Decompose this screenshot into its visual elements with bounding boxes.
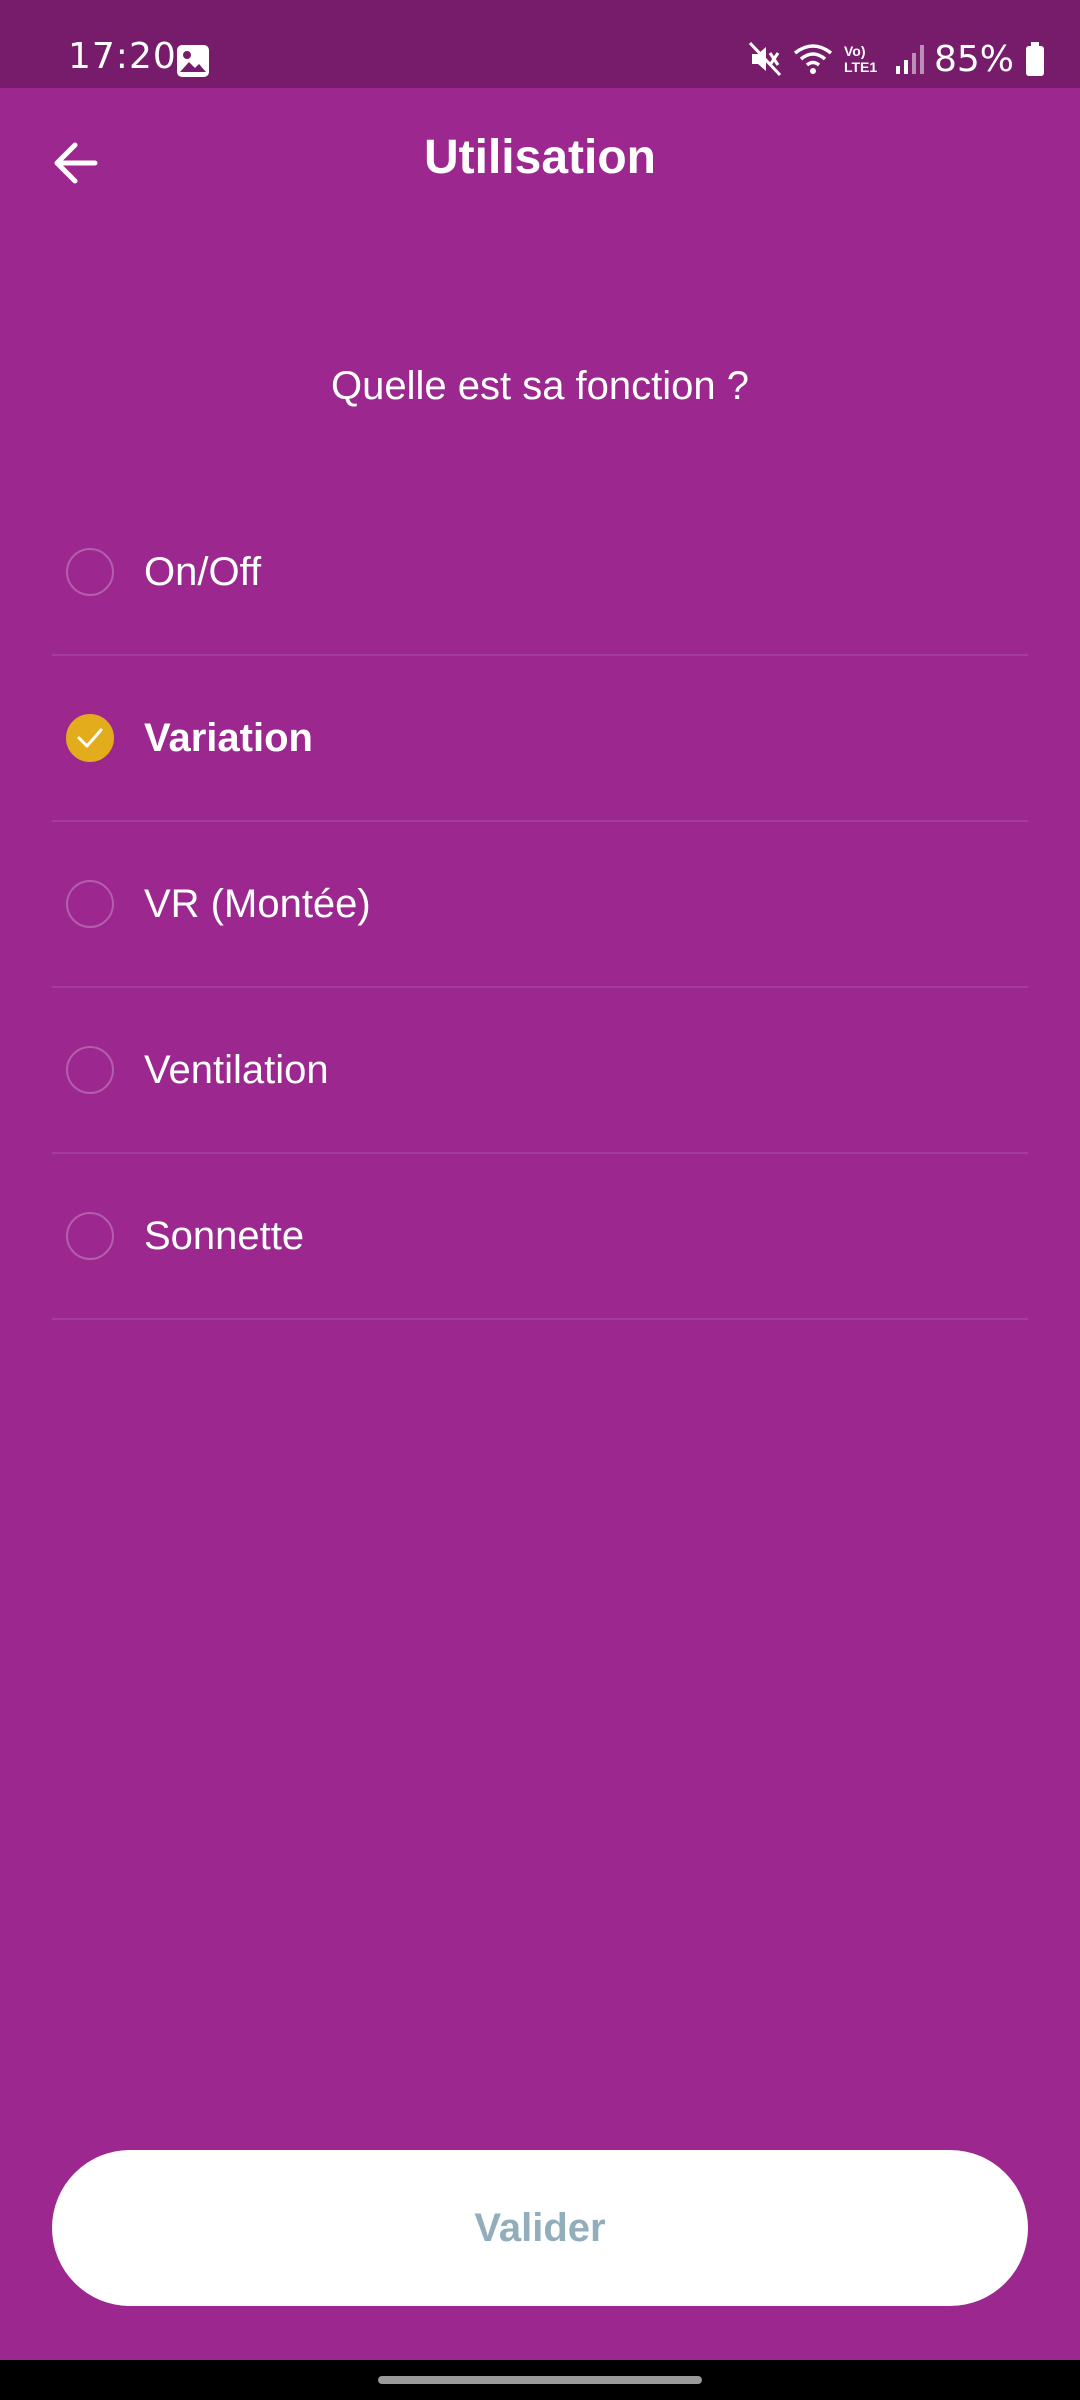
- option-ventilation[interactable]: Ventilation: [52, 988, 1028, 1154]
- mute-icon: [748, 41, 782, 77]
- option-label: Sonnette: [144, 1213, 305, 1258]
- page-title: Utilisation: [423, 131, 656, 184]
- radio-button[interactable]: [66, 1212, 114, 1260]
- option-vr-montee[interactable]: VR (Montée): [52, 822, 1028, 988]
- radio-button[interactable]: [66, 548, 114, 596]
- battery-percentage: 85%: [933, 38, 1014, 80]
- status-time: 17:20: [68, 36, 177, 77]
- check-icon: [77, 728, 103, 748]
- validate-button[interactable]: Valider: [52, 2150, 1028, 2306]
- option-label: Ventilation: [144, 1047, 329, 1092]
- option-variation[interactable]: Variation: [52, 656, 1028, 822]
- option-label: On/Off: [144, 549, 262, 594]
- option-label: VR (Montée): [144, 881, 371, 926]
- network-label: Vo) LTE1: [843, 43, 878, 75]
- option-label: Variation: [144, 715, 313, 760]
- radio-button[interactable]: [66, 880, 114, 928]
- radio-button[interactable]: [66, 1046, 114, 1094]
- option-on-off[interactable]: On/Off: [52, 490, 1028, 656]
- status-icons: Vo) LTE1 85%: [748, 36, 1046, 82]
- function-options: On/Off Variation VR (Montée) Ventilation…: [52, 490, 1028, 1320]
- status-bar: 17:20 Vo) LTE1 85%: [0, 0, 1080, 88]
- radio-button-checked[interactable]: [66, 714, 114, 762]
- image-icon: [177, 45, 209, 77]
- app-header: Utilisation: [0, 88, 1080, 238]
- wifi-icon: [793, 44, 833, 74]
- home-indicator[interactable]: [378, 2376, 702, 2384]
- navigation-bar: [0, 2360, 1080, 2400]
- signal-icon: [895, 45, 924, 74]
- battery-icon: [1026, 42, 1044, 76]
- option-sonnette[interactable]: Sonnette: [52, 1154, 1028, 1320]
- question-text: Quelle est sa fonction ?: [330, 364, 750, 408]
